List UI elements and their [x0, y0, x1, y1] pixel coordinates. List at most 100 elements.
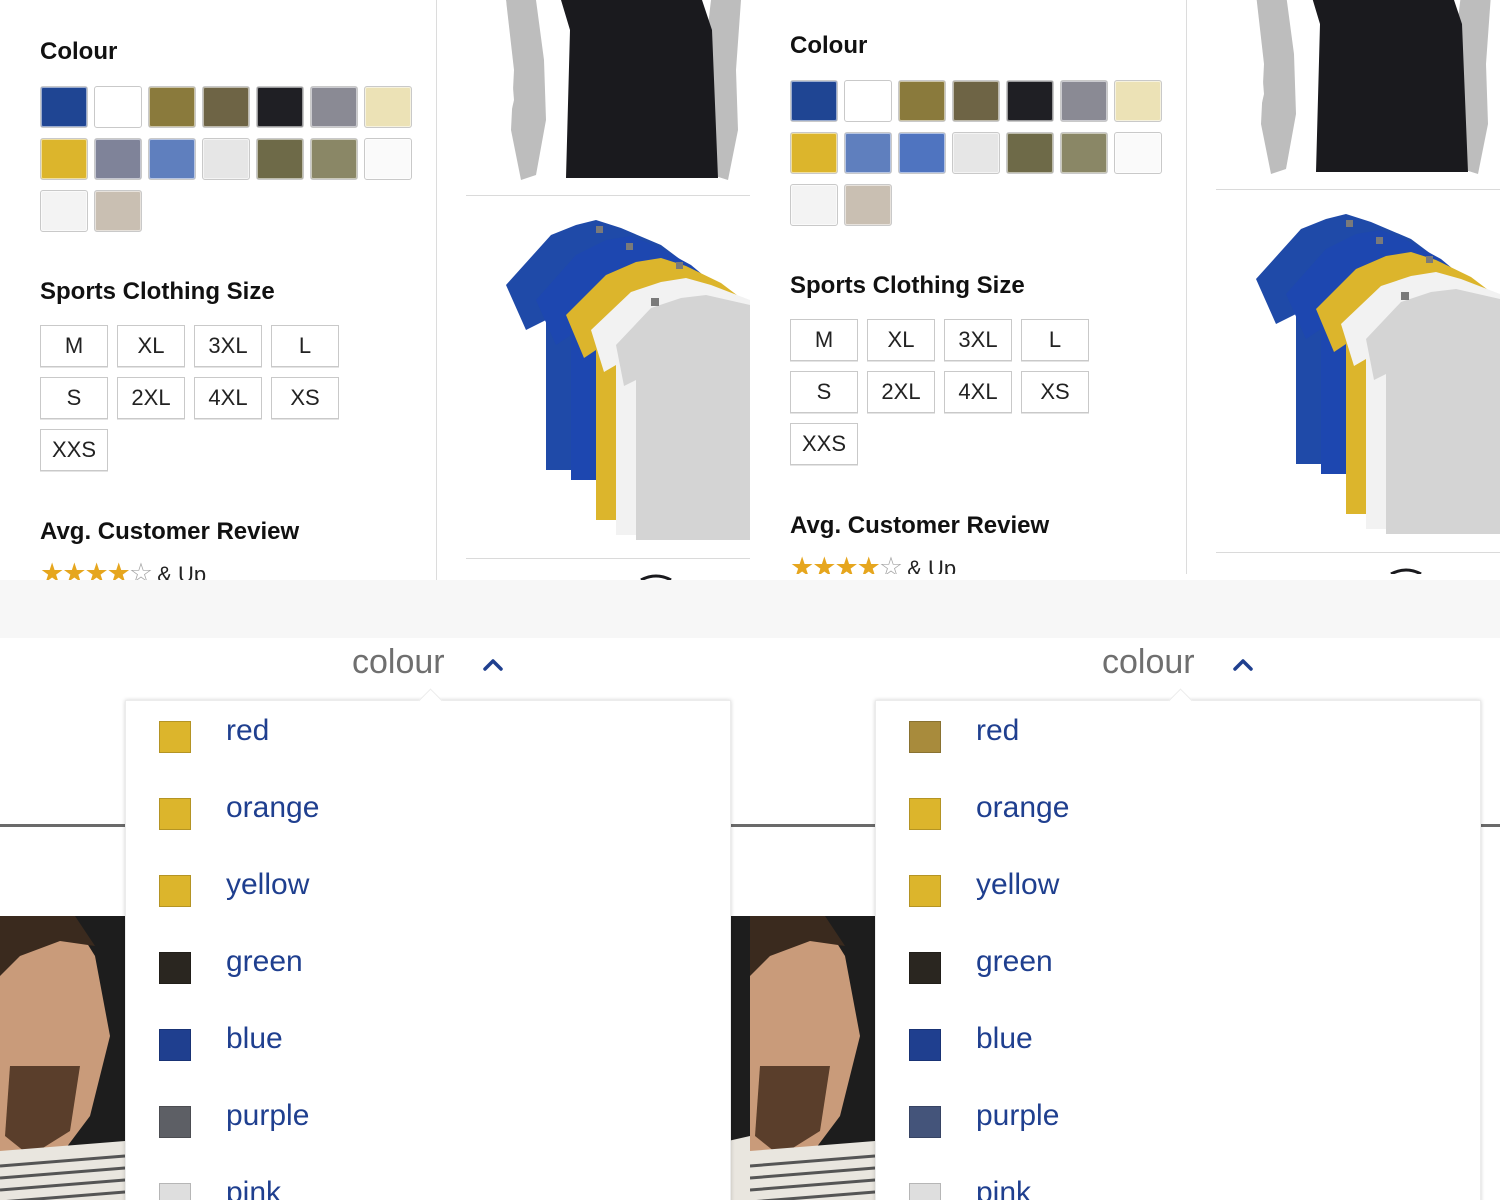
colour-option-orange[interactable]: orange	[126, 783, 730, 843]
colour-option-orange[interactable]: orange	[876, 783, 1480, 843]
colour-option-red[interactable]: red	[876, 706, 1480, 766]
size-button[interactable]: 4XL	[944, 371, 1012, 413]
colour-chip	[909, 952, 941, 984]
tshirt-stack-product-image	[1256, 214, 1500, 534]
colour-swatch[interactable]	[1060, 80, 1108, 122]
star-filled-icon: ★	[790, 552, 814, 574]
size-button[interactable]: XS	[271, 377, 339, 419]
colour-chip	[909, 721, 941, 753]
colour-option-red[interactable]: red	[126, 706, 730, 766]
colour-swatch[interactable]	[256, 86, 304, 128]
colour-swatch[interactable]	[148, 86, 196, 128]
colour-swatch[interactable]	[40, 190, 88, 232]
star-empty-icon: ☆	[878, 552, 903, 574]
colour-swatch[interactable]	[364, 86, 412, 128]
colour-option-label: blue	[976, 1022, 1033, 1055]
model-photo	[0, 916, 125, 1200]
size-button[interactable]: 2XL	[867, 371, 935, 413]
size-button[interactable]: 3XL	[944, 319, 1012, 361]
colour-dropdown-toggle[interactable]: colour	[352, 643, 445, 682]
colour-option-pink[interactable]: pink	[126, 1168, 730, 1200]
size-button[interactable]: XL	[867, 319, 935, 361]
colour-swatch[interactable]	[1060, 132, 1108, 174]
colour-swatch[interactable]	[898, 132, 946, 174]
colour-option-blue[interactable]: blue	[126, 1014, 730, 1074]
colour-swatch[interactable]	[310, 138, 358, 180]
colour-swatch[interactable]	[844, 184, 892, 226]
colour-swatch[interactable]	[364, 138, 412, 180]
colour-swatch[interactable]	[202, 138, 250, 180]
size-button[interactable]: 2XL	[117, 377, 185, 419]
size-button[interactable]: M	[40, 325, 108, 367]
size-heading: Sports Clothing Size	[790, 272, 1025, 299]
colour-heading: Colour	[40, 38, 118, 65]
colour-option-label: purple	[226, 1099, 310, 1132]
chevron-up-icon[interactable]	[478, 652, 508, 676]
filters-screenshot-left: Colour Sports Clothing Size M XL 3XL L S 2XL 4…	[0, 0, 750, 580]
colour-dropdown-menu: red orange yellow green blue purple pink	[875, 688, 1481, 1200]
colour-option-yellow[interactable]: yellow	[876, 860, 1480, 920]
colour-option-purple[interactable]: purple	[876, 1091, 1480, 1151]
colour-swatch[interactable]	[952, 80, 1000, 122]
colour-swatch[interactable]	[94, 86, 142, 128]
tshirt-stack-product-image	[506, 220, 750, 540]
colour-option-label: purple	[976, 1099, 1060, 1132]
colour-swatch[interactable]	[1006, 132, 1054, 174]
colour-option-pink[interactable]: pink	[876, 1168, 1480, 1200]
colour-option-yellow[interactable]: yellow	[126, 860, 730, 920]
size-button[interactable]: 3XL	[194, 325, 262, 367]
colour-swatch[interactable]	[1114, 132, 1162, 174]
size-button[interactable]: XS	[1021, 371, 1089, 413]
colour-option-blue[interactable]: blue	[876, 1014, 1480, 1074]
colour-swatch[interactable]	[202, 86, 250, 128]
colour-swatch[interactable]	[256, 138, 304, 180]
review-suffix: & Up	[907, 556, 957, 574]
size-button[interactable]: 4XL	[194, 377, 262, 419]
colour-dropdown-menu: red orange yellow green blue purple pink	[125, 688, 731, 1200]
colour-swatch[interactable]	[844, 80, 892, 122]
colour-swatch[interactable]	[790, 80, 838, 122]
star-empty-icon: ☆	[128, 558, 153, 580]
colour-swatch[interactable]	[40, 86, 88, 128]
colour-swatch[interactable]	[148, 138, 196, 180]
size-button[interactable]: XXS	[790, 423, 858, 465]
size-button[interactable]: M	[790, 319, 858, 361]
size-button[interactable]: S	[790, 371, 858, 413]
colour-option-purple[interactable]: purple	[126, 1091, 730, 1151]
section-gap	[0, 580, 1500, 638]
colour-swatch[interactable]	[40, 138, 88, 180]
colour-option-green[interactable]: green	[876, 937, 1480, 997]
review-rating-filter[interactable]: ★★★★☆ & Up	[40, 558, 206, 580]
colour-swatch[interactable]	[310, 86, 358, 128]
colour-chip	[909, 875, 941, 907]
star-filled-icon: ★	[62, 558, 86, 580]
colour-swatch[interactable]	[790, 132, 838, 174]
size-button[interactable]: L	[271, 325, 339, 367]
colour-swatch[interactable]	[898, 80, 946, 122]
size-button[interactable]: S	[40, 377, 108, 419]
colour-option-label: pink	[976, 1176, 1032, 1200]
colour-option-label: blue	[226, 1022, 283, 1055]
colour-option-label: orange	[226, 791, 320, 824]
colour-option-green[interactable]: green	[126, 937, 730, 997]
review-rating-filter[interactable]: ★★★★☆ & Up	[790, 552, 956, 574]
colour-swatch[interactable]	[790, 184, 838, 226]
size-button[interactable]: XXS	[40, 429, 108, 471]
product-images	[466, 0, 750, 580]
chevron-up-icon[interactable]	[1228, 652, 1258, 676]
colour-option-label: yellow	[226, 868, 310, 901]
colour-chip	[159, 1106, 191, 1138]
colour-swatch[interactable]	[1114, 80, 1162, 122]
colour-swatch[interactable]	[1006, 80, 1054, 122]
size-button[interactable]: XL	[117, 325, 185, 367]
colour-swatch[interactable]	[844, 132, 892, 174]
colour-chip	[159, 952, 191, 984]
colour-chip	[159, 875, 191, 907]
size-button[interactable]: L	[1021, 319, 1089, 361]
colour-chip	[909, 1106, 941, 1138]
review-heading: Avg. Customer Review	[790, 512, 1050, 539]
colour-dropdown-toggle[interactable]: colour	[1102, 643, 1195, 682]
colour-swatch[interactable]	[952, 132, 1000, 174]
colour-swatch[interactable]	[94, 190, 142, 232]
colour-swatch[interactable]	[94, 138, 142, 180]
